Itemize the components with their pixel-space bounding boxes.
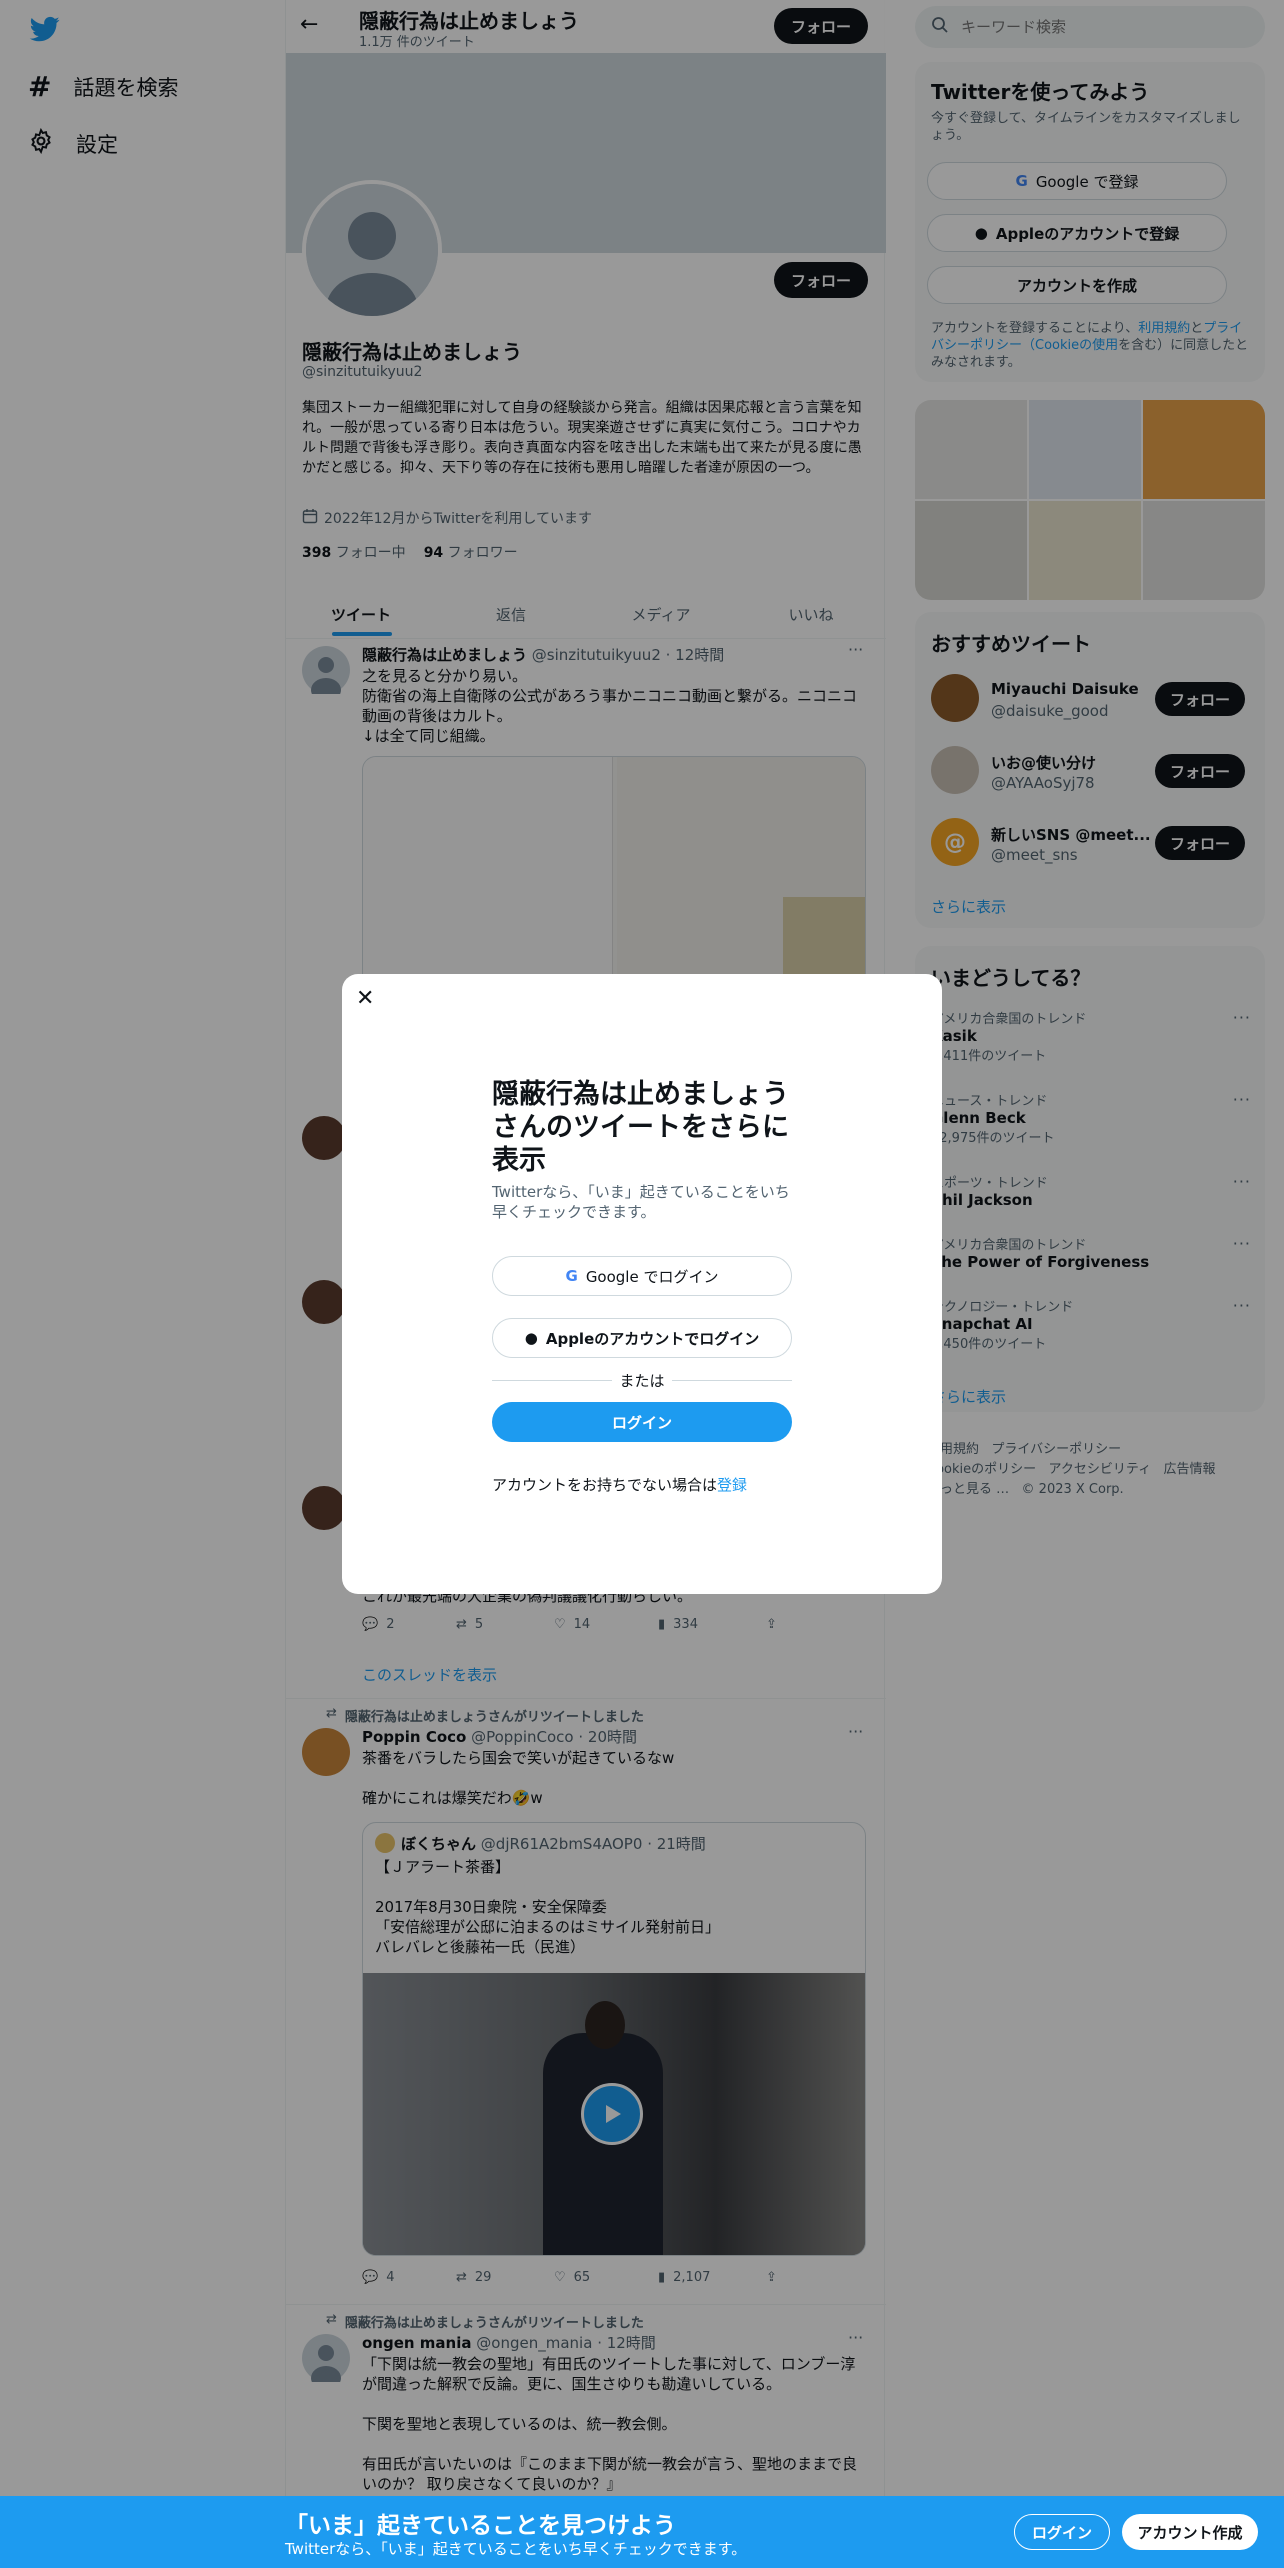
google-login-button[interactable]: G Google でログイン [492, 1256, 792, 1296]
google-login-label: Google でログイン [585, 1267, 719, 1286]
apple-icon: ● [524, 1329, 538, 1347]
bottombar-subtitle: Twitterなら、「いま」起きていることをいち早くチェックできます。 [285, 2540, 747, 2558]
google-icon: G [565, 1267, 578, 1285]
login-modal: ✕ 隠蔽行為は止めましょうさんのツイートをさらに表示 Twitterなら、「いま… [342, 974, 942, 1594]
no-account-text: アカウントをお持ちでない場合は [492, 1476, 718, 1494]
bottombar-login-button[interactable]: ログイン [1014, 2514, 1110, 2550]
apple-login-button[interactable]: ● Appleのアカウントでログイン [492, 1318, 792, 1358]
modal-title: 隠蔽行為は止めましょうさんのツイートをさらに表示 [492, 1079, 789, 1176]
modal-login-button[interactable]: ログイン [492, 1402, 792, 1442]
modal-signup-link[interactable]: 登録 [717, 1476, 747, 1494]
bottombar-title: 「いま」起きていることを見つけよう [285, 2513, 676, 2539]
or-label: または [612, 1370, 672, 1391]
bottom-signup-bar: 「いま」起きていることを見つけよう Twitterなら、「いま」起きていることを… [0, 2496, 1284, 2568]
close-icon[interactable]: ✕ [356, 986, 374, 1011]
modal-subtitle: Twitterなら、「いま」起きていることをいち早くチェックできます。 [492, 1183, 790, 1221]
modal-signup-prompt: アカウントをお持ちでない場合は登録 [492, 1474, 747, 1495]
apple-login-label: Appleのアカウントでログイン [545, 1329, 760, 1348]
bottombar-signup-button[interactable]: アカウント作成 [1122, 2514, 1258, 2550]
